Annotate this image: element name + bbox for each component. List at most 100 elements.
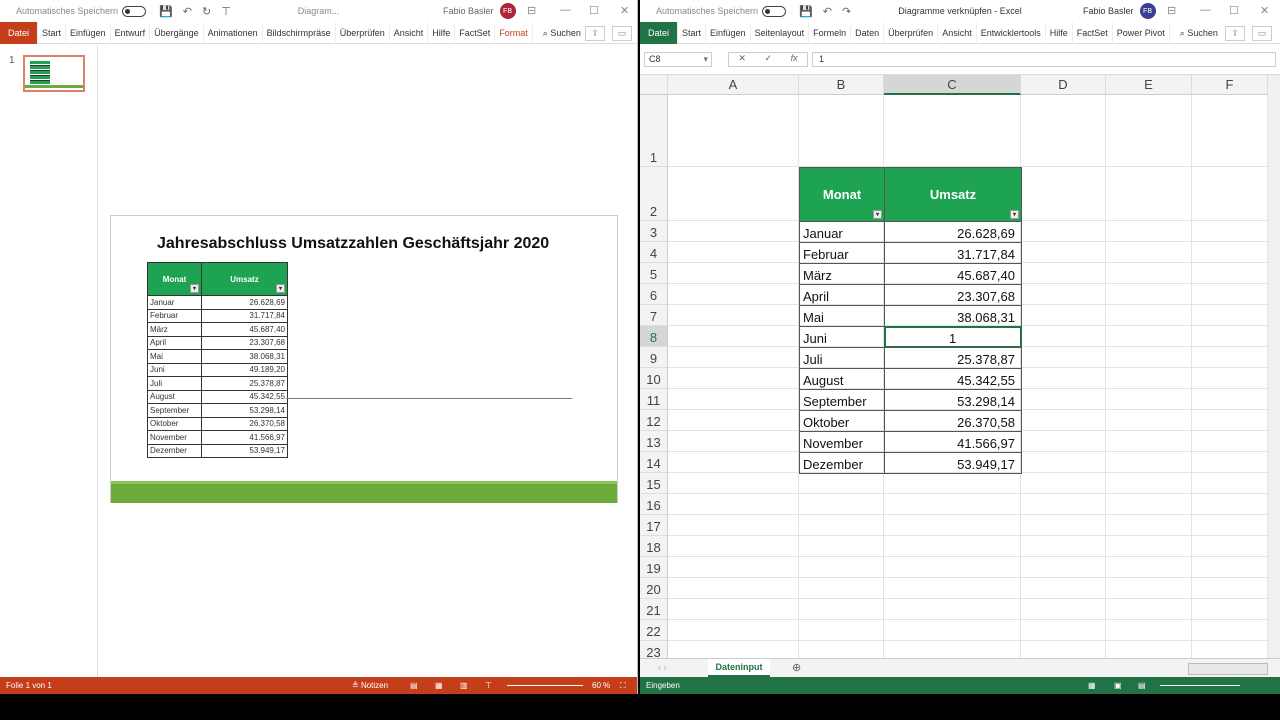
cell[interactable]: [1106, 452, 1192, 473]
cell[interactable]: [1106, 368, 1192, 389]
value-cell[interactable]: 31.717,84: [201, 308, 288, 323]
cell[interactable]: [1192, 95, 1268, 167]
tab-factset[interactable]: FactSet: [1073, 21, 1113, 44]
cell[interactable]: [1106, 494, 1192, 515]
cell[interactable]: [1021, 221, 1106, 242]
cell[interactable]: [1021, 599, 1106, 620]
row-header-2[interactable]: 2: [640, 167, 668, 221]
row-header-11[interactable]: 11: [640, 389, 668, 410]
add-sheet-icon[interactable]: ⊕: [792, 661, 801, 674]
cell[interactable]: [1106, 347, 1192, 368]
cell[interactable]: [1021, 557, 1106, 578]
row-header-12[interactable]: 12: [640, 410, 668, 431]
row-header-19[interactable]: 19: [640, 557, 668, 578]
cell[interactable]: [884, 620, 1021, 641]
cell[interactable]: [1106, 221, 1192, 242]
cell[interactable]: [668, 431, 799, 452]
cell[interactable]: [668, 347, 799, 368]
value-cell[interactable]: 45.687,40: [201, 322, 288, 337]
tab-seitenlayout[interactable]: Seitenlayout: [751, 21, 810, 44]
enter-icon[interactable]: ✓: [764, 53, 772, 66]
cell[interactable]: [1192, 599, 1268, 620]
slide-sorter-icon[interactable]: ▦: [435, 681, 443, 690]
cell[interactable]: [1192, 536, 1268, 557]
row-header-7[interactable]: 7: [640, 305, 668, 326]
month-cell[interactable]: Juni: [147, 362, 202, 377]
cell[interactable]: [1106, 167, 1192, 221]
row-header-17[interactable]: 17: [640, 515, 668, 536]
redo-icon[interactable]: ↻: [202, 5, 211, 18]
cell[interactable]: [1192, 263, 1268, 284]
value-cell[interactable]: 26.370,58: [201, 416, 288, 431]
value-cell[interactable]: 26.370,58: [884, 410, 1022, 432]
month-cell[interactable]: Juni: [799, 326, 885, 348]
cell[interactable]: [1021, 410, 1106, 431]
cell[interactable]: [1021, 242, 1106, 263]
cell[interactable]: [1021, 305, 1106, 326]
line-shape[interactable]: [286, 398, 572, 399]
cell[interactable]: [1192, 452, 1268, 473]
cell[interactable]: [1106, 515, 1192, 536]
slide-canvas[interactable]: Jahresabschluss Umsatzzahlen Geschäftsja…: [110, 215, 618, 503]
close-icon[interactable]: ✕: [1260, 4, 1269, 17]
cell[interactable]: [1106, 557, 1192, 578]
cell[interactable]: [884, 494, 1021, 515]
value-cell[interactable]: 53.298,14: [884, 389, 1022, 411]
cell[interactable]: [668, 599, 799, 620]
cell[interactable]: [668, 95, 799, 167]
cell[interactable]: [799, 557, 884, 578]
cell[interactable]: [1192, 473, 1268, 494]
tab-übergänge[interactable]: Übergänge: [150, 21, 204, 44]
value-cell[interactable]: 23.307,68: [201, 335, 288, 350]
cell[interactable]: [1106, 95, 1192, 167]
normal-view-icon[interactable]: ▦: [1088, 681, 1096, 690]
cell[interactable]: [668, 557, 799, 578]
maximize-icon[interactable]: ☐: [589, 4, 599, 17]
value-cell[interactable]: 38.068,31: [884, 305, 1022, 327]
cell[interactable]: [668, 536, 799, 557]
cell[interactable]: [1192, 167, 1268, 221]
value-cell[interactable]: 41.566,97: [201, 430, 288, 445]
row-header-23[interactable]: 23: [640, 641, 668, 658]
cell[interactable]: [884, 557, 1021, 578]
cell[interactable]: [1106, 242, 1192, 263]
filter-dropdown-icon[interactable]: ▾: [1010, 210, 1019, 219]
cell[interactable]: [799, 494, 884, 515]
row-header-21[interactable]: 21: [640, 599, 668, 620]
cell[interactable]: [799, 578, 884, 599]
save-icon[interactable]: 💾: [159, 5, 173, 18]
cell[interactable]: [668, 473, 799, 494]
month-cell[interactable]: Januar: [147, 295, 202, 310]
month-cell[interactable]: Februar: [147, 308, 202, 323]
value-cell[interactable]: 26.628,69: [884, 221, 1022, 243]
cell[interactable]: [1021, 263, 1106, 284]
undo-icon[interactable]: ↶: [823, 5, 832, 18]
value-cell[interactable]: 38.068,31: [201, 349, 288, 364]
cell[interactable]: [1192, 326, 1268, 347]
cell[interactable]: [1021, 95, 1106, 167]
cell[interactable]: [1192, 641, 1268, 658]
cell[interactable]: [1192, 557, 1268, 578]
tab-datei[interactable]: Datei: [640, 21, 679, 44]
tab-animationen[interactable]: Animationen: [204, 21, 263, 44]
cell[interactable]: [1021, 536, 1106, 557]
month-cell[interactable]: Juli: [147, 376, 202, 391]
insert-function-icon[interactable]: fx: [791, 53, 798, 66]
cell[interactable]: [1021, 368, 1106, 389]
month-cell[interactable]: Oktober: [799, 410, 885, 432]
close-icon[interactable]: ✕: [620, 4, 629, 17]
month-cell[interactable]: Juli: [799, 347, 885, 369]
page-break-icon[interactable]: ▤: [1138, 681, 1146, 690]
zoom-level[interactable]: 60 %: [592, 681, 610, 690]
redo-icon[interactable]: ↷: [842, 5, 851, 18]
month-cell[interactable]: März: [799, 263, 885, 285]
row-header-18[interactable]: 18: [640, 536, 668, 557]
cell[interactable]: [1021, 578, 1106, 599]
row-header-9[interactable]: 9: [640, 347, 668, 368]
month-cell[interactable]: August: [147, 389, 202, 404]
cell[interactable]: [668, 326, 799, 347]
slide-title[interactable]: Jahresabschluss Umsatzzahlen Geschäftsja…: [157, 235, 549, 253]
ribbon-display-icon[interactable]: ⊟: [527, 4, 536, 17]
row-header-10[interactable]: 10: [640, 368, 668, 389]
tab-entwurf[interactable]: Entwurf: [111, 21, 151, 44]
